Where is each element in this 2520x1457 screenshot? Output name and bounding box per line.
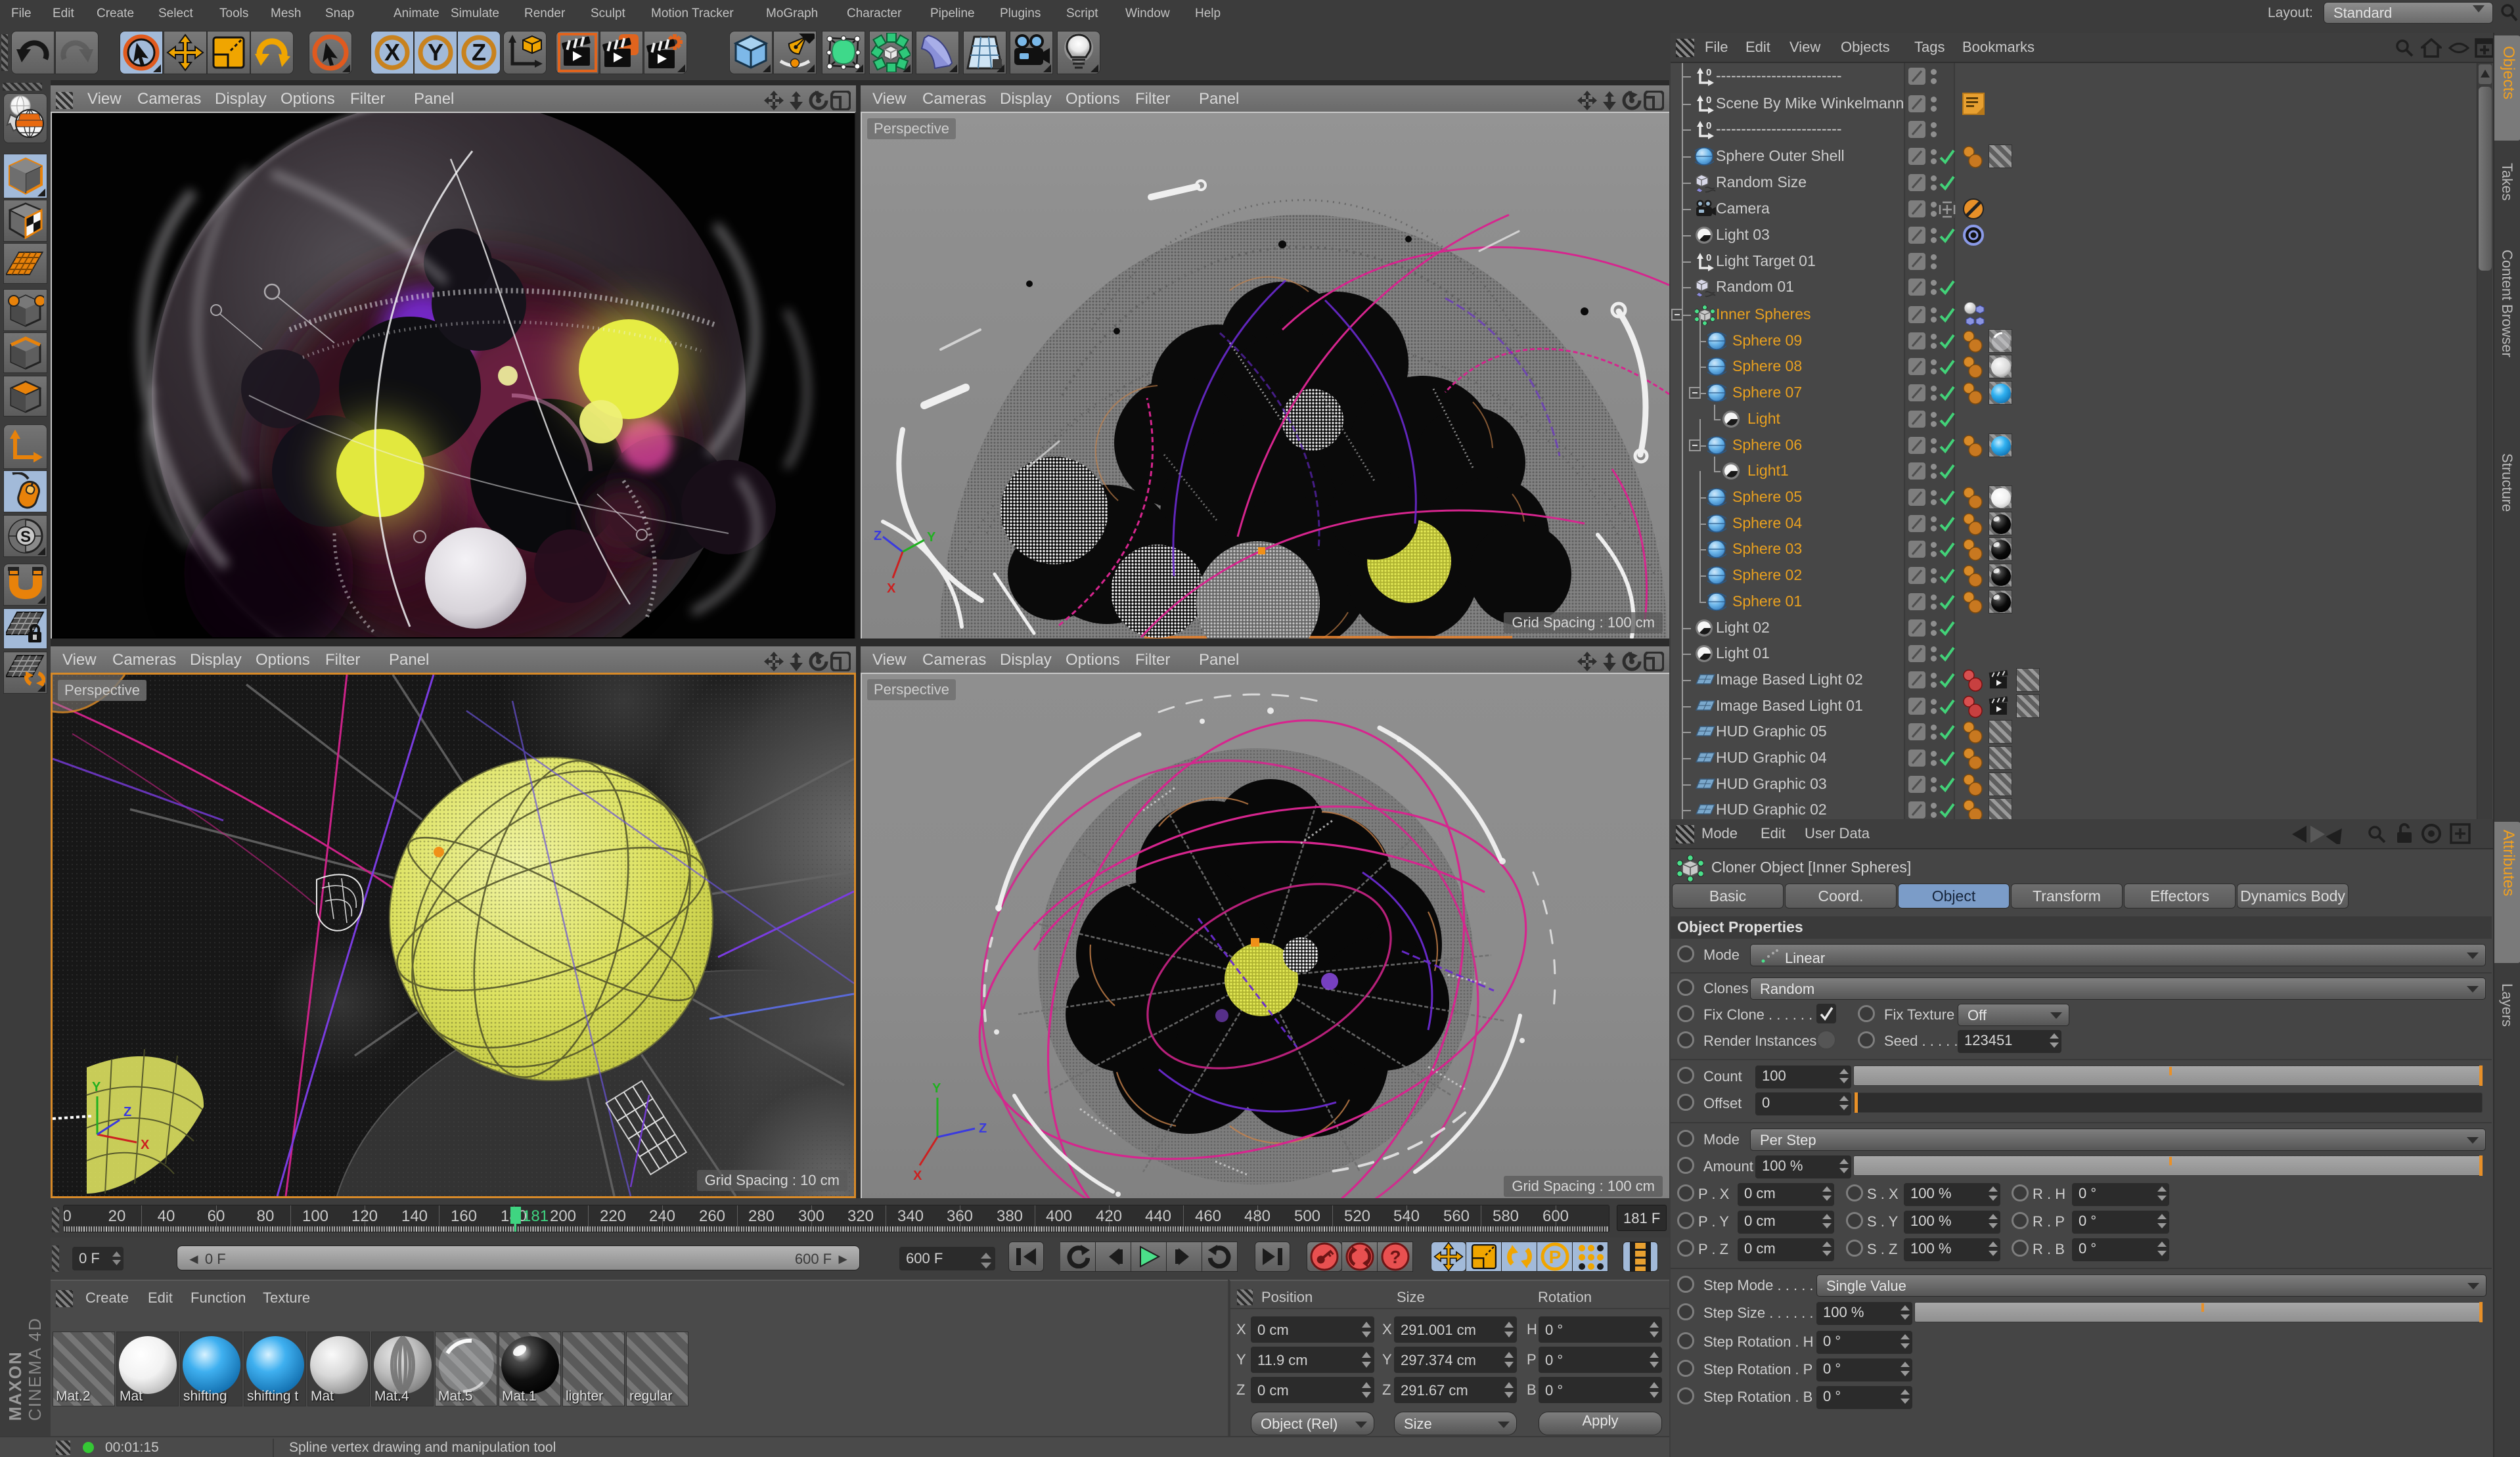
- svg-text:Z: Z: [979, 1121, 987, 1136]
- svg-text:S: S: [20, 528, 30, 546]
- svg-text:Y: Y: [927, 530, 936, 545]
- svg-text:Y: Y: [428, 39, 443, 66]
- svg-text:Y: Y: [92, 1080, 101, 1094]
- svg-text:Z: Z: [472, 39, 486, 66]
- svg-text:0: 0: [1706, 252, 1711, 263]
- svg-text:X: X: [913, 1169, 922, 1183]
- svg-text:0: 0: [1706, 120, 1711, 131]
- svg-text:Z: Z: [124, 1105, 131, 1119]
- svg-text:0: 0: [1706, 67, 1711, 78]
- svg-text:?: ?: [1389, 1247, 1401, 1267]
- svg-text:P: P: [1548, 1247, 1561, 1267]
- svg-text:0: 0: [1706, 95, 1711, 106]
- svg-text:Y: Y: [932, 1081, 941, 1096]
- svg-text:X: X: [887, 581, 896, 596]
- svg-text:X: X: [384, 39, 400, 66]
- svg-text:X: X: [141, 1138, 150, 1152]
- svg-text:Z: Z: [874, 529, 882, 543]
